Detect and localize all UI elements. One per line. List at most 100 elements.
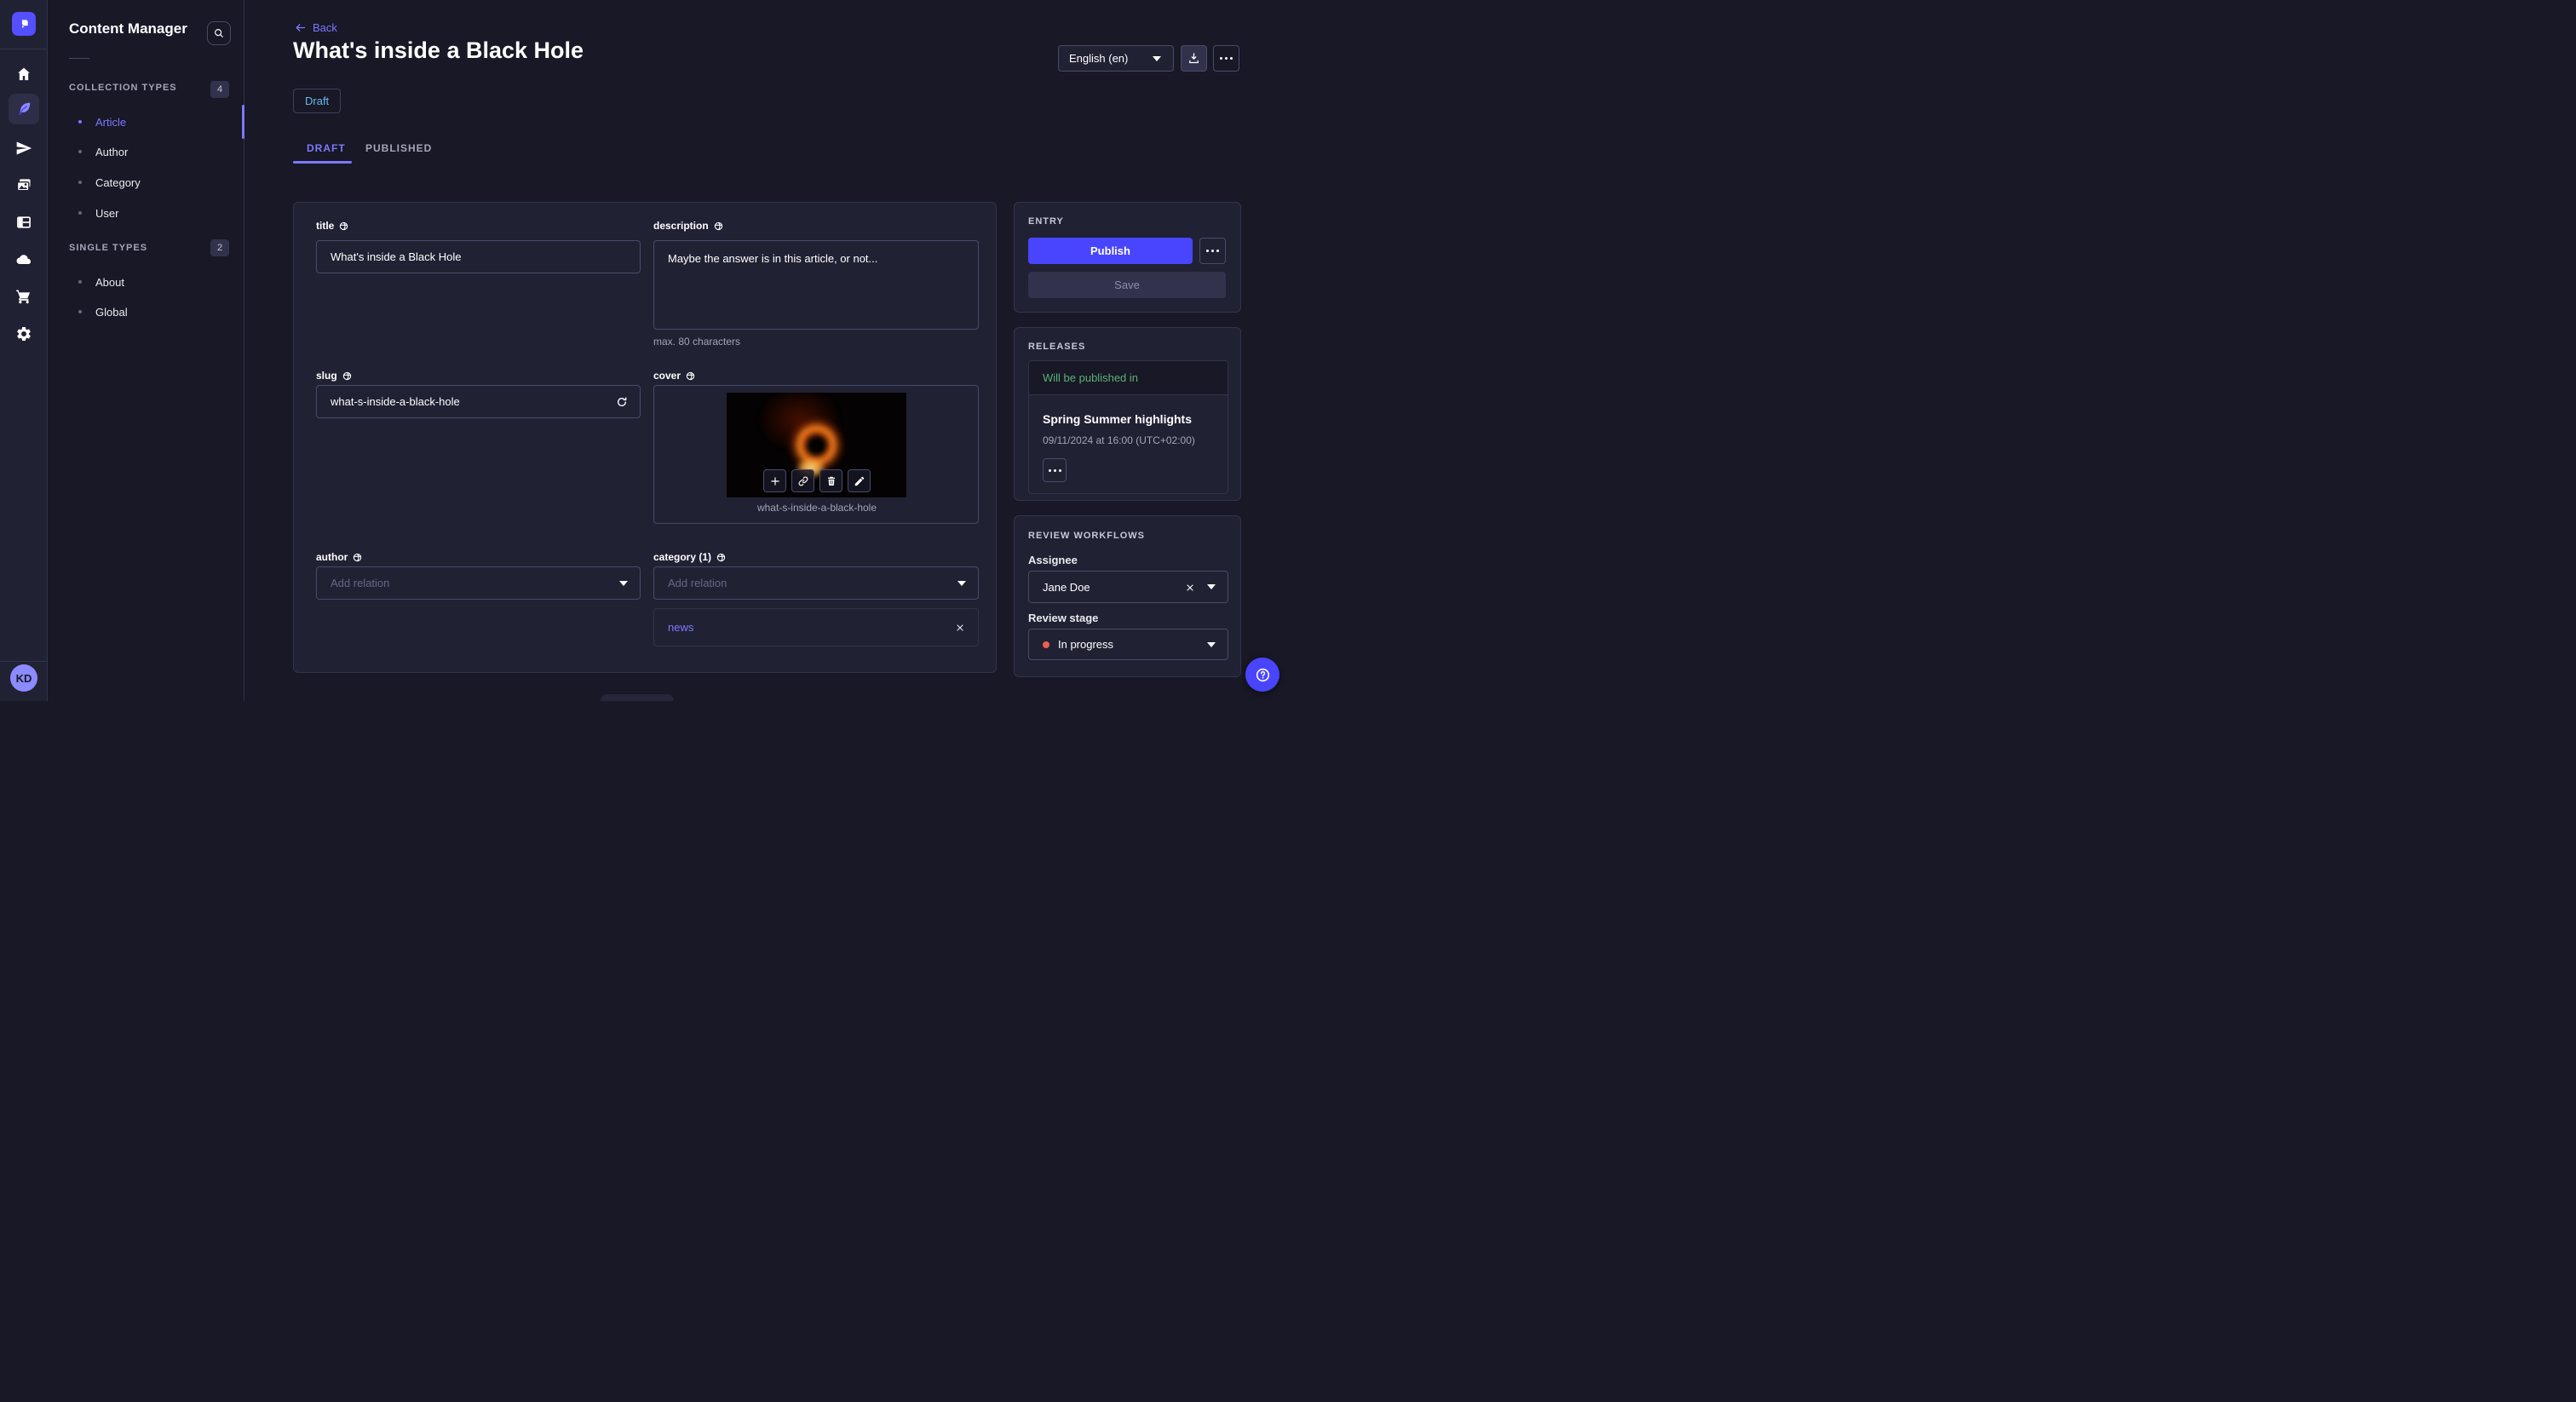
bullet-icon: [78, 120, 82, 124]
clear-assignee-icon[interactable]: [1185, 583, 1195, 593]
category-relation-select[interactable]: Add relation: [653, 566, 979, 600]
release-more-button[interactable]: [1043, 458, 1067, 482]
entry-more-button[interactable]: [1199, 238, 1226, 264]
rail-releases-button[interactable]: [9, 133, 39, 164]
section-collection-types: COLLECTION TYPES: [69, 83, 177, 93]
assignee-label: Assignee: [1028, 554, 1078, 566]
cover-filename: what-s-inside-a-black-hole: [756, 502, 877, 514]
releases-panel: RELEASES Will be published in Spring Sum…: [1014, 327, 1241, 501]
rail-content-manager-button[interactable]: [9, 94, 39, 124]
feather-icon: [19, 102, 31, 116]
rail-cloud-button[interactable]: [9, 244, 39, 275]
entry-panel: ENTRY Publish Save: [1014, 202, 1241, 313]
rail-home-button[interactable]: [9, 59, 39, 89]
description-textarea[interactable]: Maybe the answer is in this article, or …: [653, 240, 979, 330]
publish-button[interactable]: Publish: [1028, 238, 1193, 264]
header-more-button[interactable]: [1213, 45, 1239, 72]
cover-copy-link-button[interactable]: [791, 469, 814, 492]
cover-delete-button[interactable]: [819, 469, 842, 492]
field-label-text: author: [316, 551, 348, 563]
stage-status-dot: [1043, 641, 1049, 648]
tab-published[interactable]: PUBLISHED: [365, 142, 432, 154]
sidebar-item-global[interactable]: Global: [58, 300, 237, 324]
trash-icon: [827, 476, 835, 486]
description-hint: max. 80 characters: [653, 336, 741, 348]
cover-media-field: what-s-inside-a-black-hole: [653, 385, 979, 524]
back-label: Back: [313, 21, 337, 34]
icon-rail: KD: [0, 0, 48, 701]
active-tab-underline: [293, 161, 352, 164]
sidebar-item-article[interactable]: Article: [58, 110, 237, 134]
active-item-indicator: [242, 105, 244, 139]
tab-draft[interactable]: DRAFT: [307, 142, 346, 154]
field-label-text: cover: [653, 370, 681, 382]
field-label-text: description: [653, 220, 709, 232]
globe-icon: [342, 371, 351, 380]
review-stage-select[interactable]: In progress: [1028, 629, 1228, 660]
sidebar-item-label: User: [95, 206, 119, 220]
rail-content-type-builder-button[interactable]: [9, 207, 39, 238]
release-date: 09/11/2024 at 16:00 (UTC+02:00): [1043, 434, 1195, 446]
review-workflows-panel: REVIEW WORKFLOWS Assignee Jane Doe Revie…: [1014, 515, 1241, 677]
pencil-icon: [854, 476, 864, 486]
cart-icon: [16, 290, 31, 304]
slug-field-label: slug: [316, 370, 352, 382]
sidebar-item-user[interactable]: User: [58, 201, 237, 225]
globe-icon: [686, 371, 695, 380]
save-button[interactable]: Save: [1028, 272, 1226, 298]
bullet-icon: [78, 280, 82, 284]
rail-marketplace-button[interactable]: [9, 281, 39, 312]
strapi-logo[interactable]: [12, 12, 36, 36]
sidebar-item-label: Article: [95, 115, 127, 129]
strapi-logo-icon: [21, 20, 28, 29]
media-library-icon: [16, 179, 31, 192]
review-stage-value: In progress: [1058, 638, 1114, 651]
cover-actions: [763, 469, 871, 492]
rail-settings-button[interactable]: [9, 319, 39, 349]
category-relation-item[interactable]: news: [653, 608, 979, 646]
regenerate-icon[interactable]: [615, 395, 629, 409]
subnav-title: Content Manager: [69, 20, 187, 37]
bullet-icon: [78, 310, 82, 313]
page-title: What's inside a Black Hole: [293, 37, 584, 63]
release-card: Will be published in Spring Summer highl…: [1028, 360, 1228, 494]
sidebar-item-author[interactable]: Author: [58, 140, 237, 164]
rail-media-library-button[interactable]: [9, 170, 39, 200]
title-input[interactable]: What's inside a Black Hole: [316, 240, 641, 273]
assignee-value: Jane Doe: [1043, 580, 1090, 594]
release-name[interactable]: Spring Summer highlights: [1043, 412, 1192, 426]
export-button[interactable]: [1181, 45, 1207, 72]
locale-select[interactable]: English (en): [1058, 45, 1174, 72]
author-relation-select[interactable]: Add relation: [316, 566, 641, 600]
remove-relation-icon[interactable]: [955, 623, 965, 633]
help-button[interactable]: [1245, 658, 1279, 692]
cover-add-button[interactable]: [763, 469, 786, 492]
edit-form-panel: title What's inside a Black Hole descrip…: [293, 202, 997, 673]
sidebar-item-category[interactable]: Category: [58, 170, 237, 194]
bullet-icon: [78, 181, 82, 184]
add-component-pill[interactable]: [601, 694, 674, 701]
globe-icon: [354, 553, 362, 561]
relation-placeholder: Add relation: [331, 577, 390, 589]
sidebar-item-about[interactable]: About: [58, 270, 237, 294]
user-avatar[interactable]: KD: [10, 664, 37, 692]
entry-heading: ENTRY: [1028, 216, 1064, 227]
paper-plane-icon: [16, 141, 32, 155]
cover-edit-button[interactable]: [848, 469, 871, 492]
more-icon: [1220, 57, 1233, 60]
review-workflows-heading: REVIEW WORKFLOWS: [1028, 531, 1145, 541]
release-status: Will be published in: [1029, 361, 1228, 395]
releases-heading: RELEASES: [1028, 342, 1086, 352]
author-field-label: author: [316, 551, 362, 563]
assignee-select[interactable]: Jane Doe: [1028, 571, 1228, 603]
sidebar-item-label: Author: [95, 145, 129, 158]
search-button[interactable]: [207, 21, 231, 45]
single-types-count: 2: [210, 239, 229, 256]
layout-icon: [17, 216, 31, 228]
relation-link-news[interactable]: news: [668, 621, 693, 634]
subnav-divider: [69, 58, 89, 59]
more-icon: [1048, 468, 1061, 472]
slug-input[interactable]: what-s-inside-a-black-hole: [316, 385, 641, 418]
back-link[interactable]: Back: [294, 21, 337, 34]
link-icon: [798, 476, 808, 486]
